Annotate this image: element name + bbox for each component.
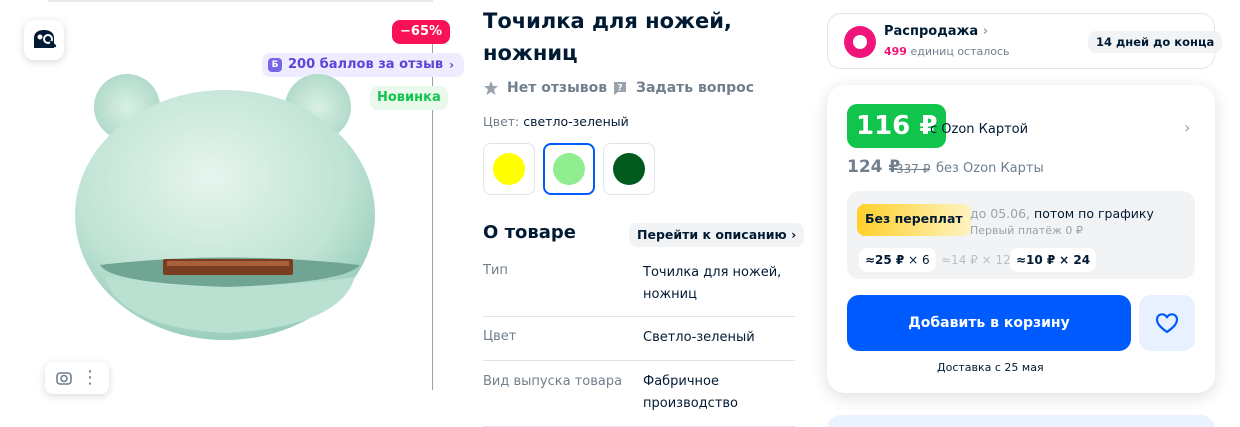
installment-option-24[interactable]: ≈10 ₽ × 24	[1010, 248, 1097, 272]
image-toolbar: ⋮	[45, 362, 109, 394]
chevron-right-icon: ›	[449, 58, 455, 72]
search-by-photo-icon	[34, 30, 57, 48]
color-swatch-dark-green[interactable]	[603, 143, 655, 195]
installment-option-6[interactable]: ≈25 ₽ × 6	[859, 248, 936, 272]
question-chat-icon: ?	[614, 82, 626, 95]
swatch-fill	[613, 153, 645, 185]
sale-units-left: 499 единиц осталось	[884, 45, 1010, 58]
svg-text:?: ?	[617, 84, 622, 94]
with-ozon-card-label: с Ozon Картой	[930, 122, 1029, 137]
installment-block[interactable]: Без переплат до 05.06, потом по графику …	[847, 191, 1195, 279]
color-swatch-light-green[interactable]	[543, 143, 595, 195]
chevron-right-icon[interactable]: ›	[1184, 118, 1190, 137]
reviews-label: Нет отзывов	[507, 80, 608, 96]
spec-row: Вид выпуска товара Фабричное производств…	[483, 361, 795, 427]
installment-schedule: до 05.06, потом по графику	[970, 206, 1154, 221]
search-by-photo-button[interactable]	[24, 20, 64, 60]
favorite-button[interactable]	[1139, 295, 1195, 351]
no-overpay-badge: Без переплат	[857, 204, 971, 236]
without-ozon-card-label: без Ozon Карты	[936, 161, 1044, 176]
old-price: 337 ₽	[896, 162, 931, 176]
ask-question-link[interactable]: ? Задать вопрос	[612, 80, 754, 96]
color-label: Цвет: светло-зеленый	[483, 114, 629, 129]
sale-days-left: 14 дней до конца	[1088, 31, 1223, 53]
sale-banner[interactable]: Распродажа › 499 единиц осталось 14 дней…	[827, 13, 1223, 69]
spec-value: Светло-зеленый	[643, 330, 755, 345]
spec-row: Тип Точилка для ножей, ножниц	[483, 255, 795, 317]
star-icon	[484, 81, 498, 95]
next-card-peek	[827, 415, 1215, 427]
spec-key: Тип	[483, 263, 508, 278]
product-image[interactable]	[75, 65, 385, 345]
add-to-cart-button[interactable]: Добавить в корзину	[847, 295, 1131, 351]
delivery-info: Доставка с 25 мая	[937, 361, 1044, 374]
heart-icon	[1155, 313, 1179, 334]
spec-key: Вид выпуска товара	[483, 374, 623, 389]
color-swatch-yellow[interactable]	[483, 143, 535, 195]
spec-value: Фабричное производство	[643, 374, 739, 411]
chevron-right-icon: ›	[982, 24, 989, 39]
ask-question-label: Задать вопрос	[636, 80, 755, 96]
price-card: 116 ₽ с Ozon Картой › 124 ₽ 337 ₽ без Oz…	[827, 85, 1215, 393]
first-payment-label: Первый платёж 0 ₽	[970, 224, 1083, 237]
product-title: Точилка для ножей, ножниц	[483, 9, 732, 65]
camera-search-icon[interactable]	[55, 369, 73, 387]
more-vertical-icon[interactable]: ⋮	[81, 369, 99, 387]
about-section-title: О товаре	[483, 222, 576, 243]
spec-row: Цвет Светло-зеленый	[483, 317, 795, 361]
gallery-top-divider	[48, 0, 433, 2]
spec-key: Цвет	[483, 329, 517, 344]
chevron-right-icon: ›	[791, 227, 797, 242]
swatch-fill	[493, 153, 525, 185]
reviews-link[interactable]: Нет отзывов	[483, 80, 607, 96]
installment-option-12[interactable]: ≈14 ₽ × 12	[935, 248, 1017, 272]
sale-title: Распродажа ›	[884, 24, 989, 39]
sale-logo-icon	[844, 26, 876, 58]
regular-price: 124 ₽	[847, 157, 901, 177]
swatch-fill	[553, 153, 585, 185]
spec-value: Точилка для ножей, ножниц	[643, 265, 782, 302]
discount-badge: −65%	[392, 20, 451, 44]
goto-description-button[interactable]: Перейти к описанию ›	[629, 223, 805, 247]
gallery-scrollbar[interactable]	[432, 28, 433, 390]
